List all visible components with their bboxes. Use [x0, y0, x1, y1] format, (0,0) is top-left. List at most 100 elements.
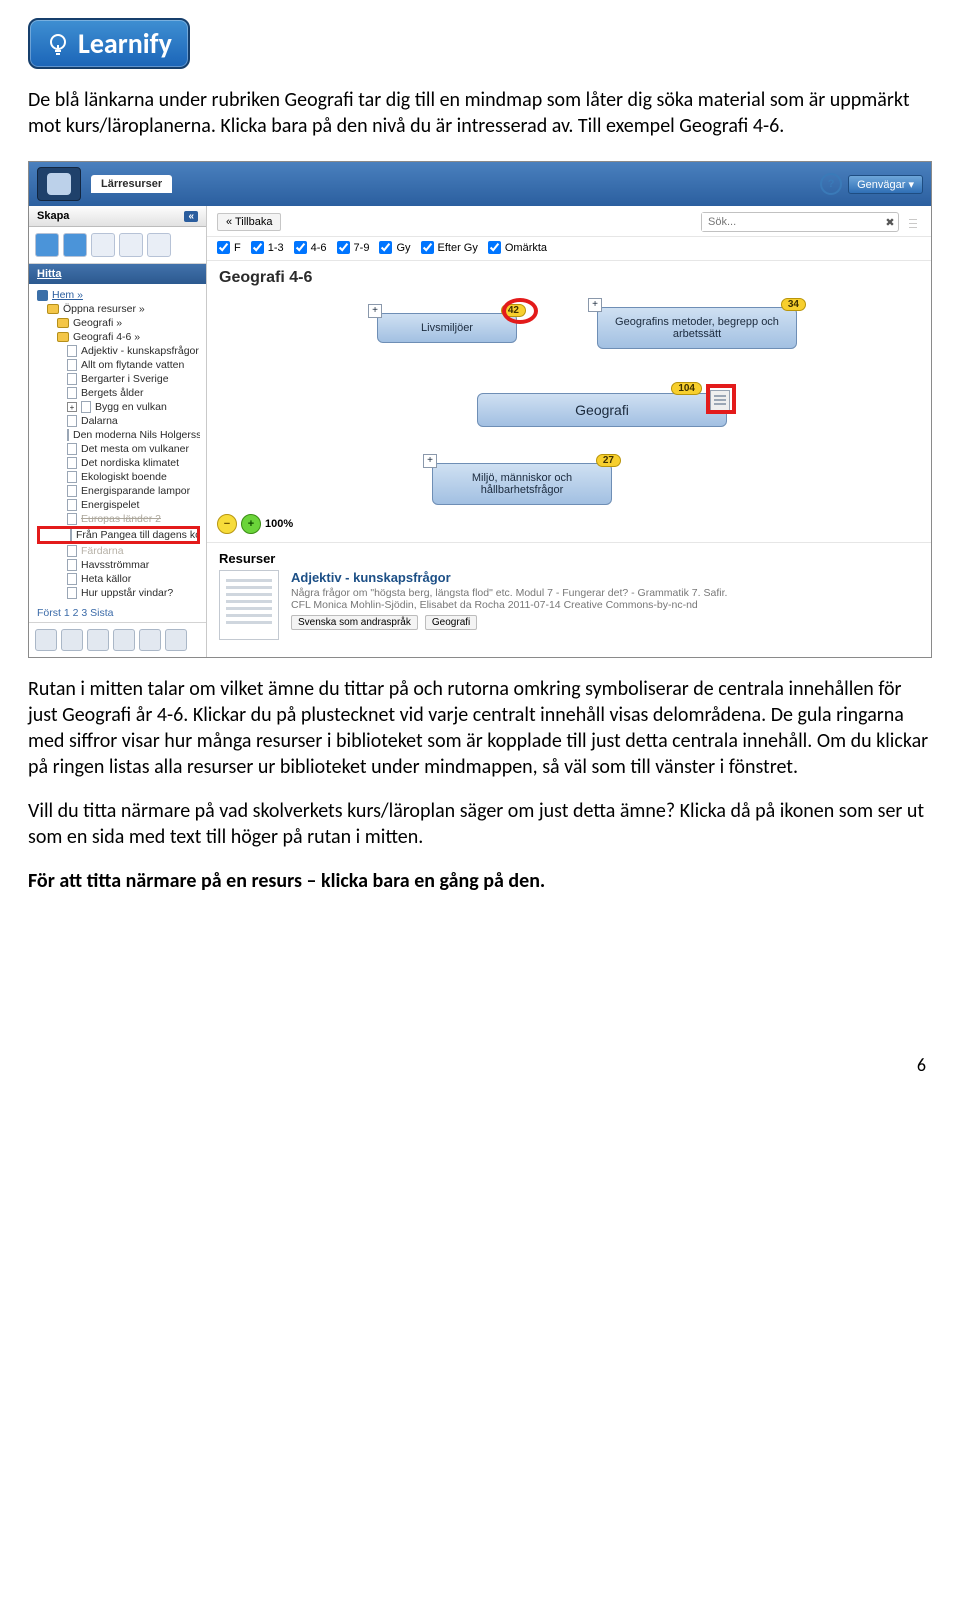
back-button[interactable]: « Tillbaka	[217, 213, 281, 231]
tree-item[interactable]: Bergets ålder	[37, 386, 200, 400]
tree-item[interactable]: Det mesta om vulkaner	[37, 442, 200, 456]
mindmap-node-center[interactable]: Geografi 104	[477, 393, 727, 427]
zoom-controls: − + 100%	[217, 514, 293, 534]
resource-title[interactable]: Adjektiv - kunskapsfrågor	[291, 570, 919, 585]
page-icon	[67, 429, 69, 441]
mindmap-node-miljo[interactable]: + Miljö, människor och hållbarhetsfrågor…	[432, 463, 612, 505]
tree-item[interactable]: Energisparande lampor	[37, 484, 200, 498]
drag-handle-icon[interactable]	[907, 216, 921, 228]
clear-search-icon[interactable]: ✖	[882, 216, 898, 229]
filter-checkbox[interactable]: F	[217, 241, 241, 254]
tool-icon-3[interactable]	[91, 233, 115, 257]
edit-icon[interactable]	[35, 629, 57, 651]
search-box[interactable]: ✖	[701, 212, 899, 232]
filter-checkbox[interactable]: 4-6	[294, 241, 327, 254]
tree-geografi[interactable]: Geografi »	[37, 316, 200, 330]
main-panel: « Tillbaka ✖ F 1-3 4-6 7-9 Gy Efter Gy	[207, 206, 931, 657]
resource-tag[interactable]: Geografi	[425, 615, 477, 630]
tree-geografi46[interactable]: Geografi 4-6 »	[37, 330, 200, 344]
print-icon[interactable]	[139, 629, 161, 651]
page-icon	[81, 401, 91, 413]
share-icon[interactable]	[113, 629, 135, 651]
tree-item[interactable]: Den moderna Nils Holgerss	[37, 428, 200, 442]
skapa-label: Skapa	[37, 210, 69, 222]
new-folder-icon[interactable]	[63, 233, 87, 257]
sidebar-hitta-header[interactable]: Hitta	[29, 264, 206, 284]
tree-item[interactable]: Allt om flytande vatten	[37, 358, 200, 372]
page-icon	[67, 513, 77, 525]
subject-title: Geografi 4-6	[207, 261, 931, 293]
new-page-icon[interactable]	[35, 233, 59, 257]
tree-item[interactable]: Dalarna	[37, 414, 200, 428]
tree-item[interactable]: Bergarter i Sverige	[37, 372, 200, 386]
resource-item[interactable]: Adjektiv - kunskapsfrågor Några frågor o…	[207, 570, 931, 652]
help-icon[interactable]: ?	[820, 173, 842, 195]
mindmap-canvas[interactable]: + Livsmiljöer 42 + Geografins metoder, b…	[207, 293, 931, 543]
tree-item[interactable]: Heta källor	[37, 572, 200, 586]
plus-icon[interactable]: +	[588, 298, 602, 312]
pager[interactable]: Först 1 2 3 Sista	[29, 604, 206, 622]
logo-badge: Learnify	[28, 18, 190, 69]
copy-icon[interactable]	[61, 629, 83, 651]
tool-icon-4[interactable]	[119, 233, 143, 257]
body-paragraph-1: De blå länkarna under rubriken Geografi …	[28, 87, 932, 139]
zoom-percent: 100%	[265, 518, 293, 530]
tree-item[interactable]: Det nordiska klimatet	[37, 456, 200, 470]
plus-icon[interactable]: +	[67, 402, 77, 412]
trash-icon[interactable]	[165, 629, 187, 651]
filter-checkbox[interactable]: Omärkta	[488, 241, 547, 254]
chevron-left-icon[interactable]: «	[184, 211, 198, 222]
page-icon	[67, 457, 77, 469]
sidebar-bottom-toolbar	[29, 622, 206, 657]
tree-item-highlighted[interactable]: Från Pangea till dagens kon	[37, 526, 200, 544]
plus-icon[interactable]: +	[368, 304, 382, 318]
tree-item[interactable]: Havsströmmar	[37, 558, 200, 572]
logo-text: Learnify	[78, 26, 172, 61]
filter-checkbox[interactable]: Gy	[379, 241, 410, 254]
page-icon	[67, 573, 77, 585]
page-icon	[67, 471, 77, 483]
tool-icon-5[interactable]	[147, 233, 171, 257]
tree-item[interactable]: Adjektiv - kunskapsfrågor	[37, 344, 200, 358]
sidebar-skapa-header[interactable]: Skapa «	[29, 206, 206, 227]
tree-item[interactable]: +Bygg en vulkan	[37, 400, 200, 414]
filter-checkbox[interactable]: Efter Gy	[421, 241, 478, 254]
folder-icon	[57, 318, 69, 328]
zoom-in-button[interactable]: +	[241, 514, 261, 534]
highlight-circle-icon	[502, 298, 538, 324]
count-badge[interactable]: 104	[671, 382, 702, 395]
tree-item[interactable]: Färdarna	[37, 544, 200, 558]
count-badge[interactable]: 34	[781, 298, 806, 311]
tree-open-resources[interactable]: Öppna resurser »	[37, 302, 200, 316]
mindmap-node-metoder[interactable]: + Geografins metoder, begrepp och arbets…	[597, 307, 797, 349]
resource-tag[interactable]: Svenska som andraspråk	[291, 615, 418, 630]
page-icon	[67, 443, 77, 455]
tree-item[interactable]: Energispelet	[37, 498, 200, 512]
page-icon	[67, 345, 77, 357]
move-icon[interactable]	[87, 629, 109, 651]
tree-item[interactable]: Europas länder 2	[37, 512, 200, 526]
tree-item[interactable]: Hur uppstår vindar?	[37, 586, 200, 600]
page-icon	[67, 559, 77, 571]
filter-checkbox[interactable]: 1-3	[251, 241, 284, 254]
page-icon	[67, 587, 77, 599]
filter-checkbox[interactable]: 7-9	[337, 241, 370, 254]
page-icon	[67, 373, 77, 385]
search-input[interactable]	[702, 213, 882, 231]
folder-icon	[57, 332, 69, 342]
mindmap-node-liv[interactable]: + Livsmiljöer 42	[377, 313, 517, 343]
shortcuts-button[interactable]: Genvägar ▾	[848, 175, 923, 194]
titlebar-tab[interactable]: Lärresurser	[91, 175, 172, 193]
app-titlebar: Lärresurser ? Genvägar ▾	[29, 162, 931, 206]
page-icon	[67, 359, 77, 371]
resource-meta: CFL Monica Mohlin-Sjödin, Elisabet da Ro…	[291, 599, 919, 611]
plus-icon[interactable]: +	[423, 454, 437, 468]
zoom-out-button[interactable]: −	[217, 514, 237, 534]
sidebar: Skapa « Hitta Hem » Öppna resurser » Geo…	[29, 206, 207, 657]
tree-home[interactable]: Hem »	[37, 288, 200, 302]
page-icon	[67, 415, 77, 427]
page-number: 6	[28, 894, 932, 1092]
page-icon	[70, 529, 72, 541]
count-badge[interactable]: 27	[596, 454, 621, 467]
tree-item[interactable]: Ekologiskt boende	[37, 470, 200, 484]
